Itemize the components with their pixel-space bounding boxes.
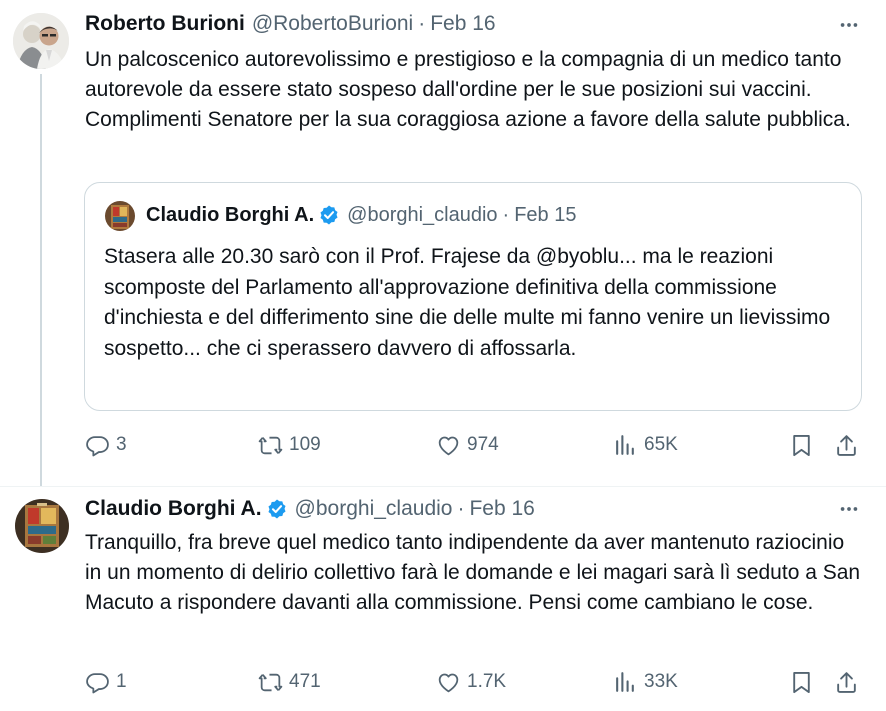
separator-dot: · [418,12,426,35]
retweet-count: 109 [289,434,321,455]
retweet-button[interactable]: 109 [258,428,321,462]
separator-dot: · [502,203,510,226]
retweet-count: 471 [289,671,321,692]
like-icon [436,433,461,458]
more-options-button[interactable] [834,494,864,524]
tweet-date[interactable]: Feb 16 [469,497,534,521]
tweet[interactable]: Roberto Burioni @RobertoBurioni · Feb 16… [0,0,886,487]
tweet-text: Un palcoscenico autorevolissimo e presti… [85,48,851,131]
more-options-button[interactable] [834,10,864,40]
quoted-tweet-text: Stasera alle 20.30 sarò con il Prof. Fra… [104,245,831,360]
reply-count: 1 [116,671,127,692]
retweet-icon [258,670,283,695]
reply-button[interactable]: 1 [85,665,127,699]
quoted-tweet-header: Claudio Borghi A. @borghi_claudio · Feb … [146,202,576,228]
quoted-author-name[interactable]: Claudio Borghi A. [146,204,314,227]
action-bar: 3 109 974 65K [0,428,886,462]
avatar[interactable] [15,499,69,553]
more-icon [838,14,860,36]
separator-dot: · [457,497,465,520]
views-icon [613,433,638,458]
verified-icon [318,204,340,226]
author-handle[interactable]: @borghi_claudio [295,497,453,521]
bookmark-button[interactable] [789,428,814,462]
reply-count: 3 [116,434,127,455]
quoted-author-handle[interactable]: @borghi_claudio [347,204,497,227]
bookmark-icon [789,433,814,458]
retweet-button[interactable]: 471 [258,665,321,699]
views-button[interactable]: 65K [613,428,678,462]
like-count: 1.7K [467,671,507,692]
bookmark-button[interactable] [789,665,814,699]
share-button[interactable] [834,665,859,699]
tweet[interactable]: Claudio Borghi A. @borghi_claudio · Feb … [0,487,886,711]
verified-icon [266,498,288,520]
views-button[interactable]: 33K [613,665,678,699]
author-handle[interactable]: @RobertoBurioni [252,12,413,36]
share-icon [834,433,859,458]
like-button[interactable]: 974 [436,428,499,462]
retweet-icon [258,433,283,458]
action-bar: 1 471 1.7K 33K [0,665,886,699]
views-icon [613,670,638,695]
more-icon [838,498,860,520]
views-count: 65K [644,434,678,455]
quoted-avatar[interactable] [105,201,135,231]
share-icon [834,670,859,695]
reply-button[interactable]: 3 [85,428,127,462]
tweet-text: Tranquillo, fra breve quel medico tanto … [85,531,861,614]
reply-icon [85,670,110,695]
tweet-header: Claudio Borghi A. @borghi_claudio · Feb … [85,496,535,522]
quoted-tweet-date[interactable]: Feb 15 [514,204,576,227]
author-name[interactable]: Roberto Burioni [85,12,245,36]
like-count: 974 [467,434,499,455]
views-count: 33K [644,671,678,692]
bookmark-icon [789,670,814,695]
quoted-tweet[interactable]: Claudio Borghi A. @borghi_claudio · Feb … [84,182,862,411]
share-button[interactable] [834,428,859,462]
like-button[interactable]: 1.7K [436,665,506,699]
author-name[interactable]: Claudio Borghi A. [85,497,262,521]
thread-connector-line [40,74,42,487]
tweet-date[interactable]: Feb 16 [430,12,495,36]
reply-icon [85,433,110,458]
avatar[interactable] [13,13,69,69]
like-icon [436,670,461,695]
tweet-header: Roberto Burioni @RobertoBurioni · Feb 16 [85,11,496,37]
